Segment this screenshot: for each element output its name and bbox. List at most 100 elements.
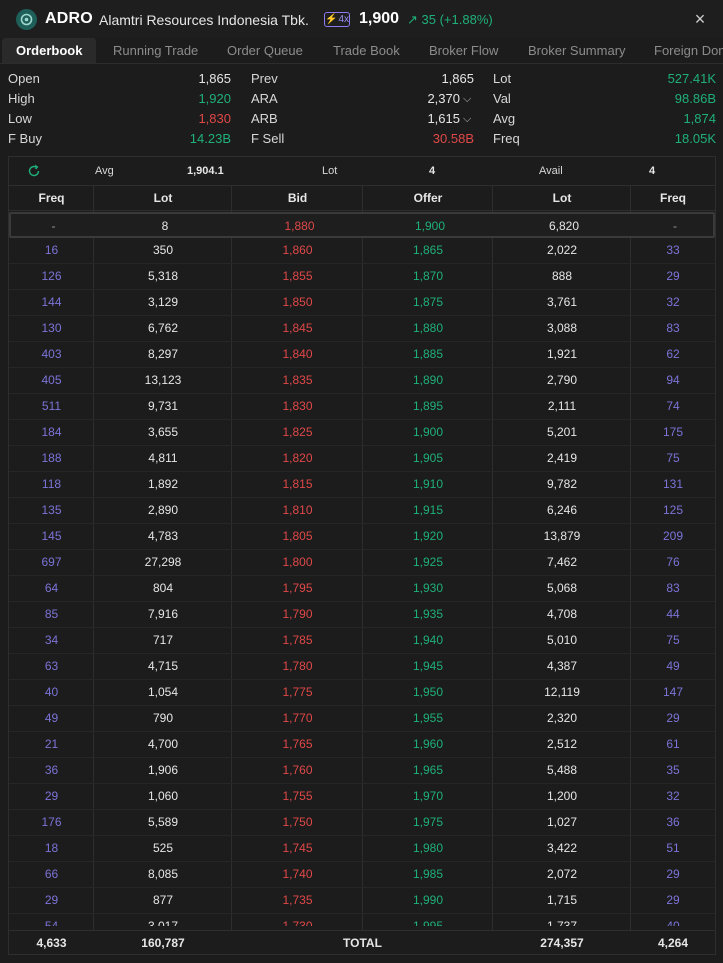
chevron-down-icon[interactable]: ⌵	[463, 89, 471, 109]
bid-price-cell[interactable]: 1,740	[232, 862, 363, 887]
tab-order-queue[interactable]: Order Queue	[227, 38, 303, 63]
table-row[interactable]: 403 8,297 1,840 1,885 1,921 62	[9, 342, 715, 368]
table-row[interactable]: 118 1,892 1,815 1,910 9,782 131	[9, 472, 715, 498]
bid-price-cell[interactable]: 1,780	[232, 654, 363, 679]
offer-price-cell[interactable]: 1,960	[363, 732, 493, 757]
column-header[interactable]: Offer	[363, 186, 493, 210]
offer-price-cell[interactable]: 1,915	[363, 498, 493, 523]
table-row[interactable]: 145 4,783 1,805 1,920 13,879 209	[9, 524, 715, 550]
table-row[interactable]: 85 7,916 1,790 1,935 4,708 44	[9, 602, 715, 628]
offer-price-cell[interactable]: 1,900	[363, 420, 493, 445]
bid-price-cell[interactable]: 1,855	[232, 264, 363, 289]
offer-price-cell[interactable]: 1,865	[363, 238, 493, 263]
table-row[interactable]: 184 3,655 1,825 1,900 5,201 175	[9, 420, 715, 446]
refresh-icon[interactable]	[27, 164, 41, 178]
tab-trade-book[interactable]: Trade Book	[333, 38, 400, 63]
table-row[interactable]: 34 717 1,785 1,940 5,010 75	[9, 628, 715, 654]
bid-price-cell[interactable]: 1,840	[232, 342, 363, 367]
bid-price-cell[interactable]: 1,800	[232, 550, 363, 575]
table-row[interactable]: 126 5,318 1,855 1,870 888 29	[9, 264, 715, 290]
tab-orderbook[interactable]: Orderbook	[2, 38, 97, 63]
bid-price-cell[interactable]: 1,860	[232, 238, 363, 263]
offer-price-cell[interactable]: 1,935	[363, 602, 493, 627]
tab-foreign-domestic[interactable]: Foreign Dom	[654, 38, 723, 63]
bid-price-cell[interactable]: 1,810	[232, 498, 363, 523]
offer-price-cell[interactable]: 1,995	[363, 914, 493, 926]
table-row[interactable]: 49 790 1,770 1,955 2,320 29	[9, 706, 715, 732]
bid-price-cell[interactable]: 1,820	[232, 446, 363, 471]
tab-broker-flow[interactable]: Broker Flow	[429, 38, 498, 63]
table-row[interactable]: 40 1,054 1,775 1,950 12,119 147	[9, 680, 715, 706]
table-row[interactable]: 54 3,017 1,730 1,995 1,737 40	[9, 914, 715, 926]
offer-price-cell[interactable]: 1,905	[363, 446, 493, 471]
table-row[interactable]: 176 5,589 1,750 1,975 1,027 36	[9, 810, 715, 836]
bid-price-cell[interactable]: 1,825	[232, 420, 363, 445]
tab-broker-summary[interactable]: Broker Summary	[528, 38, 626, 63]
offer-price-cell[interactable]: 1,990	[363, 888, 493, 913]
table-row[interactable]: 16 350 1,860 1,865 2,022 33	[9, 238, 715, 264]
offer-price-cell[interactable]: 1,920	[363, 524, 493, 549]
bid-price-cell[interactable]: 1,850	[232, 290, 363, 315]
bid-price-cell[interactable]: 1,730	[232, 914, 363, 926]
table-row[interactable]: 405 13,123 1,835 1,890 2,790 94	[9, 368, 715, 394]
table-row[interactable]: 66 8,085 1,740 1,985 2,072 29	[9, 862, 715, 888]
bid-price-cell[interactable]: 1,775	[232, 680, 363, 705]
offer-price-cell[interactable]: 1,940	[363, 628, 493, 653]
table-row[interactable]: 130 6,762 1,845 1,880 3,088 83	[9, 316, 715, 342]
column-header[interactable]: Freq	[631, 186, 715, 210]
offer-price-cell[interactable]: 1,880	[363, 316, 493, 341]
bid-price-cell[interactable]: 1,795	[232, 576, 363, 601]
bid-price-cell[interactable]: 1,770	[232, 706, 363, 731]
offer-price-cell[interactable]: 1,970	[363, 784, 493, 809]
table-row[interactable]: 63 4,715 1,780 1,945 4,387 49	[9, 654, 715, 680]
table-row[interactable]: 188 4,811 1,820 1,905 2,419 75	[9, 446, 715, 472]
offer-price-cell[interactable]: 1,925	[363, 550, 493, 575]
offer-price-cell[interactable]: 1,910	[363, 472, 493, 497]
bid-price-cell[interactable]: 1,760	[232, 758, 363, 783]
column-header[interactable]: Lot	[94, 186, 232, 210]
bid-price-cell[interactable]: 1,845	[232, 316, 363, 341]
bid-price-cell[interactable]: 1,750	[232, 810, 363, 835]
offer-price-cell[interactable]: 1,980	[363, 836, 493, 861]
tab-running-trade[interactable]: Running Trade	[113, 38, 198, 63]
bid-price-cell[interactable]: 1,835	[232, 368, 363, 393]
best-bid-offer-row[interactable]: - 8 1,880 1,900 6,820 -	[9, 212, 715, 238]
table-row[interactable]: 29 1,060 1,755 1,970 1,200 32	[9, 784, 715, 810]
bid-price-cell[interactable]: 1,805	[232, 524, 363, 549]
bid-price-cell[interactable]: 1,755	[232, 784, 363, 809]
offer-price-cell[interactable]: 1,950	[363, 680, 493, 705]
offer-price-cell[interactable]: 1,900	[365, 214, 495, 236]
offer-price-cell[interactable]: 1,975	[363, 810, 493, 835]
table-row[interactable]: 144 3,129 1,850 1,875 3,761 32	[9, 290, 715, 316]
bid-price-cell[interactable]: 1,735	[232, 888, 363, 913]
offer-price-cell[interactable]: 1,895	[363, 394, 493, 419]
offer-price-cell[interactable]: 1,955	[363, 706, 493, 731]
table-row[interactable]: 697 27,298 1,800 1,925 7,462 76	[9, 550, 715, 576]
bid-price-cell[interactable]: 1,785	[232, 628, 363, 653]
bid-price-cell[interactable]: 1,830	[232, 394, 363, 419]
bid-price-cell[interactable]: 1,815	[232, 472, 363, 497]
table-row[interactable]: 135 2,890 1,810 1,915 6,246 125	[9, 498, 715, 524]
table-row[interactable]: 21 4,700 1,765 1,960 2,512 61	[9, 732, 715, 758]
offer-price-cell[interactable]: 1,890	[363, 368, 493, 393]
bid-price-cell[interactable]: 1,765	[232, 732, 363, 757]
table-row[interactable]: 36 1,906 1,760 1,965 5,488 35	[9, 758, 715, 784]
bid-price-cell[interactable]: 1,745	[232, 836, 363, 861]
offer-price-cell[interactable]: 1,985	[363, 862, 493, 887]
column-header[interactable]: Bid	[232, 186, 363, 210]
bid-price-cell[interactable]: 1,790	[232, 602, 363, 627]
table-row[interactable]: 18 525 1,745 1,980 3,422 51	[9, 836, 715, 862]
bid-price-cell[interactable]: 1,880	[234, 214, 365, 236]
offer-price-cell[interactable]: 1,965	[363, 758, 493, 783]
table-row[interactable]: 64 804 1,795 1,930 5,068 83	[9, 576, 715, 602]
offer-price-cell[interactable]: 1,945	[363, 654, 493, 679]
chevron-down-icon[interactable]: ⌵	[463, 109, 471, 129]
offer-price-cell[interactable]: 1,930	[363, 576, 493, 601]
column-header[interactable]: Freq	[9, 186, 94, 210]
offer-price-cell[interactable]: 1,885	[363, 342, 493, 367]
column-header[interactable]: Lot	[493, 186, 631, 210]
offer-price-cell[interactable]: 1,870	[363, 264, 493, 289]
close-button[interactable]: ×	[692, 10, 708, 28]
offer-price-cell[interactable]: 1,875	[363, 290, 493, 315]
table-row[interactable]: 29 877 1,735 1,990 1,715 29	[9, 888, 715, 914]
